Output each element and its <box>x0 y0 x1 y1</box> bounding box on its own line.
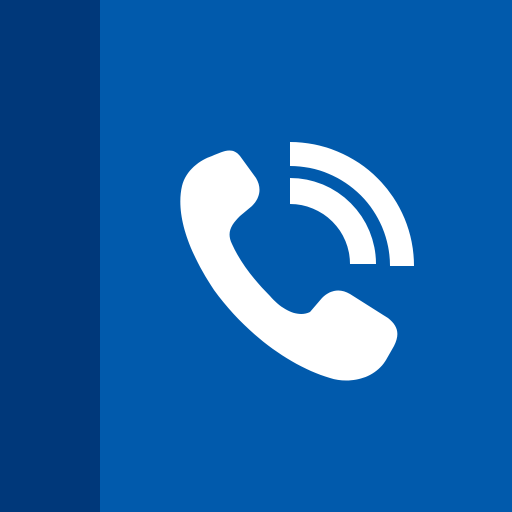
phone-book-app-icon[interactable] <box>0 0 512 512</box>
phone-ringing-icon <box>180 142 414 381</box>
